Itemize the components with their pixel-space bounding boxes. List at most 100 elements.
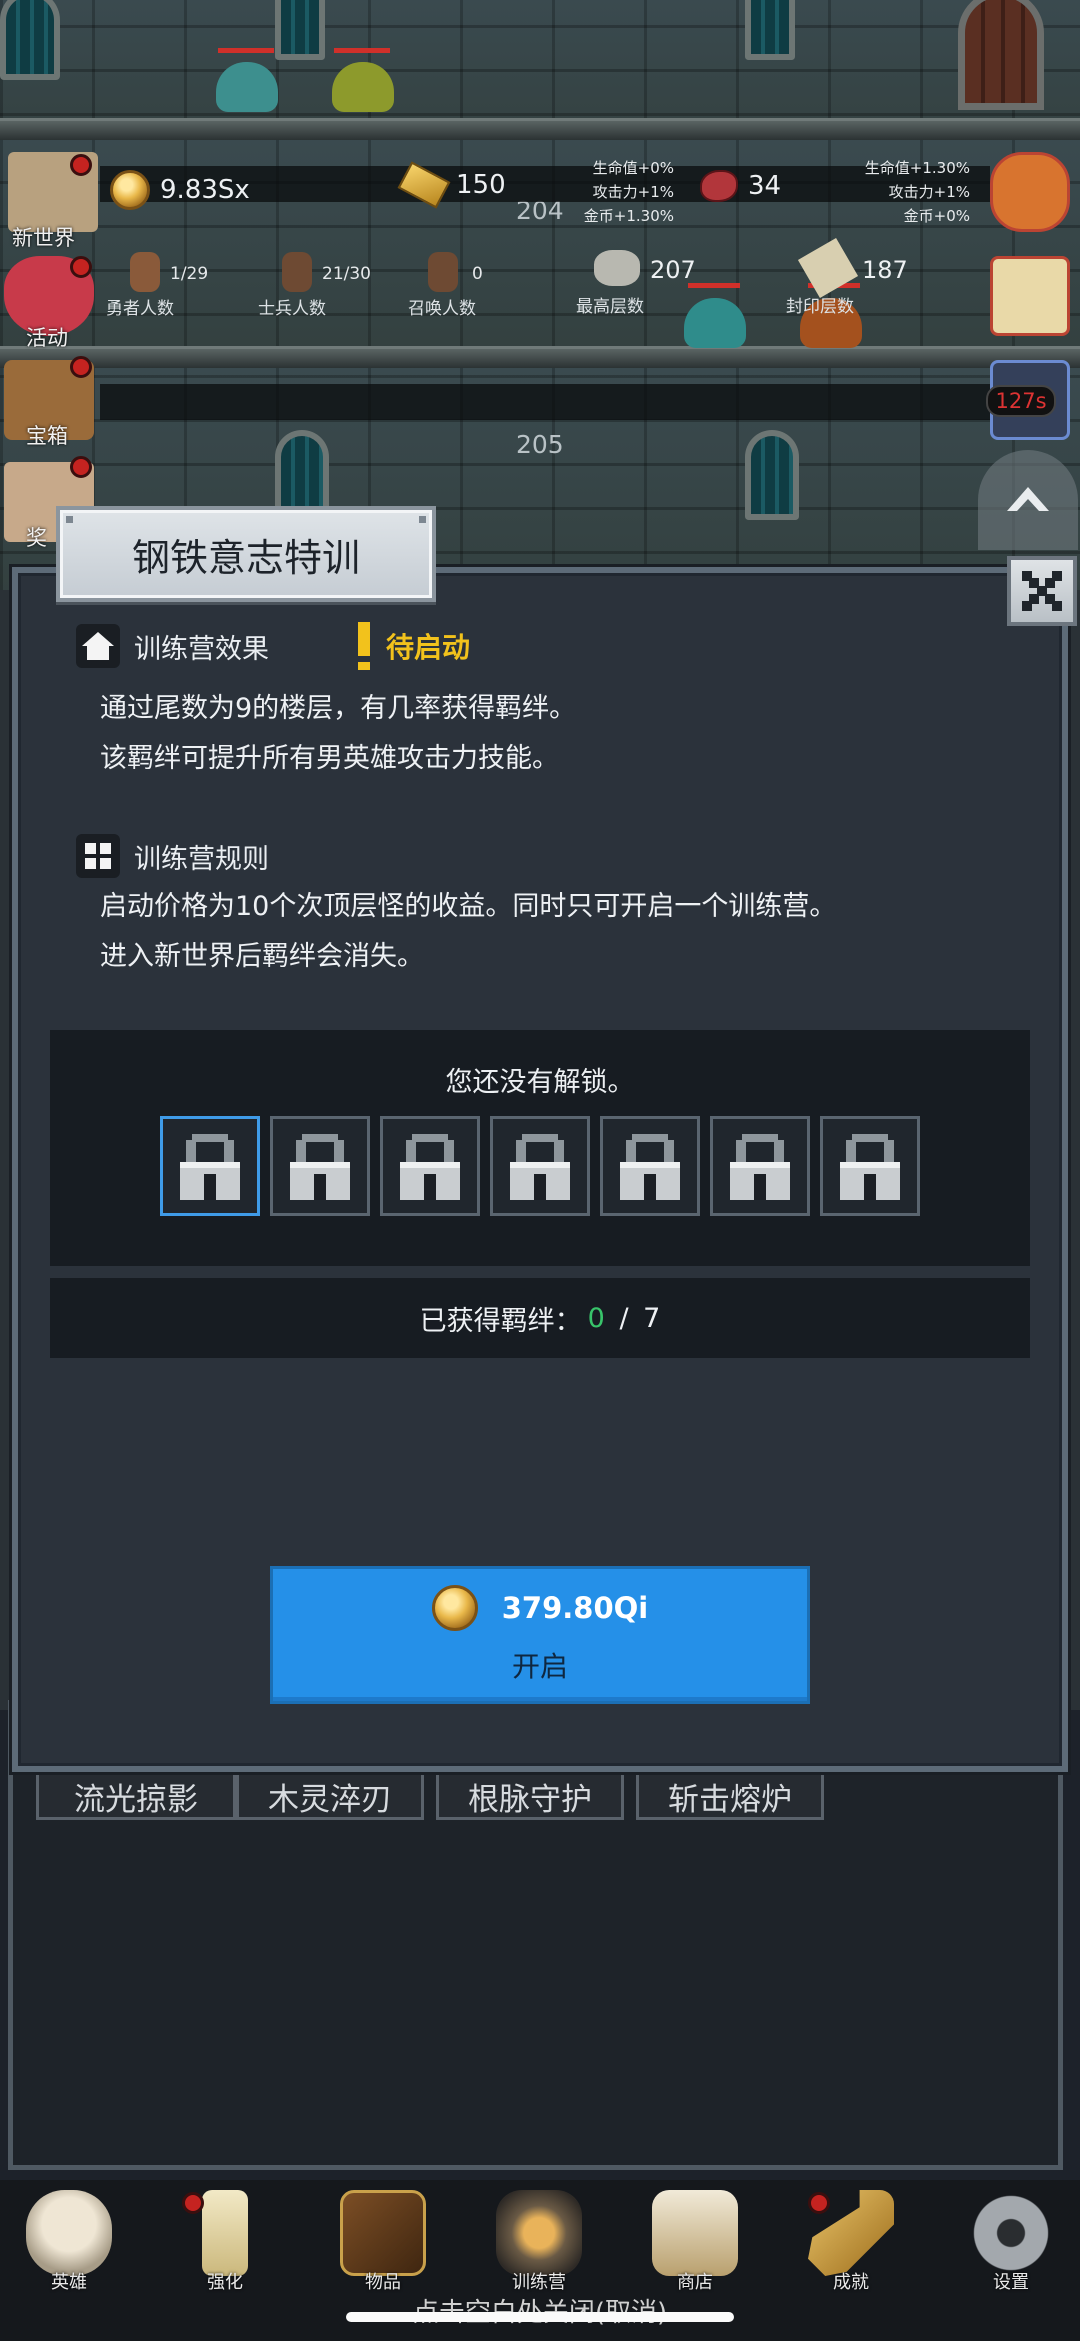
bond-slot-locked[interactable] — [160, 1116, 260, 1216]
nav-items[interactable]: 物品 — [328, 2190, 438, 2300]
floor-number: 205 — [516, 430, 564, 459]
nav-label: 英雄 — [51, 2272, 87, 2293]
highest-floor: 207 — [650, 256, 696, 284]
nav-label: 商店 — [677, 2272, 713, 2293]
price-value: 379.80Qi — [501, 1591, 649, 1625]
grid-icon — [76, 834, 120, 878]
soldier-count-label: 士兵人数 — [258, 299, 326, 319]
bond-slot-locked[interactable] — [380, 1116, 480, 1216]
meat-icon — [700, 170, 738, 202]
floor-ledge — [0, 346, 1080, 368]
bond-label: 已获得羁绊： — [419, 1305, 582, 1337]
lock-icon — [290, 1134, 350, 1200]
new-world-label: 新世界 — [12, 226, 75, 250]
summon-count: 0 — [472, 264, 483, 284]
nav-label: 设置 — [993, 2272, 1029, 2293]
nav-training-camp[interactable]: 训练营 — [484, 2190, 594, 2300]
bond-slot-locked[interactable] — [710, 1116, 810, 1216]
nav-label: 物品 — [365, 2272, 401, 2293]
coin-icon — [110, 170, 150, 210]
candle-icon — [202, 2190, 248, 2276]
exclamation-icon — [358, 622, 370, 670]
rules-heading: 训练营规则 — [76, 834, 269, 878]
effect-description: 通过尾数为9的楼层，有几率获得羁绊。 该羁绊可提升所有男英雄攻击力技能。 — [100, 684, 576, 784]
skull-icon — [26, 2190, 112, 2276]
bond-slot-locked[interactable] — [270, 1116, 370, 1216]
bonus-line: 生命值+1.30% — [864, 159, 970, 177]
floor-ledge — [0, 118, 1080, 140]
bond-slot-locked[interactable] — [820, 1116, 920, 1216]
potion-button[interactable] — [990, 152, 1070, 232]
gold-bar-stat: 150 — [397, 161, 506, 209]
effect-line: 通过尾数为9的楼层，有几率获得羁绊。 — [100, 693, 577, 724]
home-indicator[interactable] — [346, 2312, 734, 2322]
slime-enemy — [332, 62, 394, 112]
hud-strip — [100, 384, 990, 420]
coin-stat: 9.83Sx — [110, 170, 250, 210]
nav-label: 强化 — [207, 2272, 243, 2293]
coin-value: 9.83Sx — [160, 175, 250, 205]
lock-icon — [840, 1134, 900, 1200]
enemy-hp-bar — [334, 48, 390, 53]
skill-tab[interactable]: 斩击熔炉 — [636, 1772, 824, 1820]
close-hint[interactable]: 点击空白处关闭(取消) — [360, 2292, 720, 2329]
slime-enemy — [216, 62, 278, 112]
bonus-line: 金币+1.30% — [583, 207, 674, 225]
lantern-icon — [496, 2190, 582, 2276]
candle-button[interactable] — [990, 256, 1070, 336]
nav-label: 训练营 — [512, 2272, 566, 2293]
lock-message: 您还没有解锁。 — [445, 1067, 635, 1098]
treasure-label: 宝箱 — [26, 424, 68, 448]
summon-icon — [428, 252, 458, 292]
dungeon-window — [275, 0, 325, 60]
skill-tab[interactable]: 流光掠影 — [36, 1772, 236, 1820]
slime-enemy — [684, 298, 746, 348]
open-button[interactable]: 379.80Qi 开启 — [270, 1566, 810, 1704]
hero-icon — [130, 252, 160, 292]
rules-description: 启动价格为10个次顶层怪的收益。同时只可开启一个训练营。 进入新世界后羁绊会消失… — [100, 882, 836, 982]
effect-heading-label: 训练营效果 — [134, 633, 269, 665]
skill-tab[interactable]: 根脉守护 — [436, 1772, 624, 1820]
lock-icon — [620, 1134, 680, 1200]
partial-label: 奖 — [26, 526, 47, 550]
bond-slot-locked[interactable] — [490, 1116, 590, 1216]
bond-lock-panel: 您还没有解锁。 — [50, 1030, 1030, 1266]
close-icon — [1022, 571, 1062, 611]
status-label: 待启动 — [386, 631, 471, 664]
lock-icon — [400, 1134, 460, 1200]
notification-dot — [70, 154, 92, 176]
close-button[interactable] — [1007, 556, 1077, 626]
coin-icon — [431, 1585, 478, 1631]
bonus-line: 攻击力+1% — [592, 183, 674, 201]
nav-label: 成就 — [833, 2272, 869, 2293]
sealed-floor: 187 — [862, 256, 908, 284]
bond-slot-locked[interactable] — [600, 1116, 700, 1216]
soldier-count: 21/30 — [322, 264, 371, 284]
notification-dot — [70, 256, 92, 278]
rules-line: 进入新世界后羁绊会消失。 — [100, 941, 424, 972]
dungeon-window — [0, 0, 60, 80]
bonus-line: 金币+0% — [903, 207, 970, 225]
open-label: 开启 — [511, 1650, 568, 1683]
notification-dot — [70, 456, 92, 478]
gold-bar-value: 150 — [456, 170, 506, 200]
nav-settings[interactable]: 设置 — [956, 2190, 1066, 2300]
nav-shop[interactable]: 商店 — [640, 2190, 750, 2300]
soldier-icon — [282, 252, 312, 292]
lock-icon — [730, 1134, 790, 1200]
bonus-line: 攻击力+1% — [888, 183, 970, 201]
skill-tab[interactable]: 木灵淬刃 — [236, 1772, 424, 1820]
chevron-up-icon — [1007, 487, 1049, 511]
meat-stat: 34 — [700, 170, 781, 202]
dungeon-door — [958, 0, 1044, 110]
bonus-left: 生命值+0% 攻击力+1% 金币+1.30% — [560, 156, 674, 228]
meat-value: 34 — [748, 171, 782, 201]
enemy-hp-bar — [218, 48, 274, 53]
bond-separator: / — [610, 1302, 638, 1334]
bond-total: 7 — [643, 1302, 661, 1334]
stone-icon — [594, 250, 640, 286]
scroll-up-button[interactable] — [978, 450, 1078, 550]
open-price: 379.80Qi — [431, 1585, 649, 1631]
bond-progress: 已获得羁绊： 0 / 7 — [50, 1278, 1030, 1358]
nav-heroes[interactable]: 英雄 — [14, 2190, 124, 2300]
